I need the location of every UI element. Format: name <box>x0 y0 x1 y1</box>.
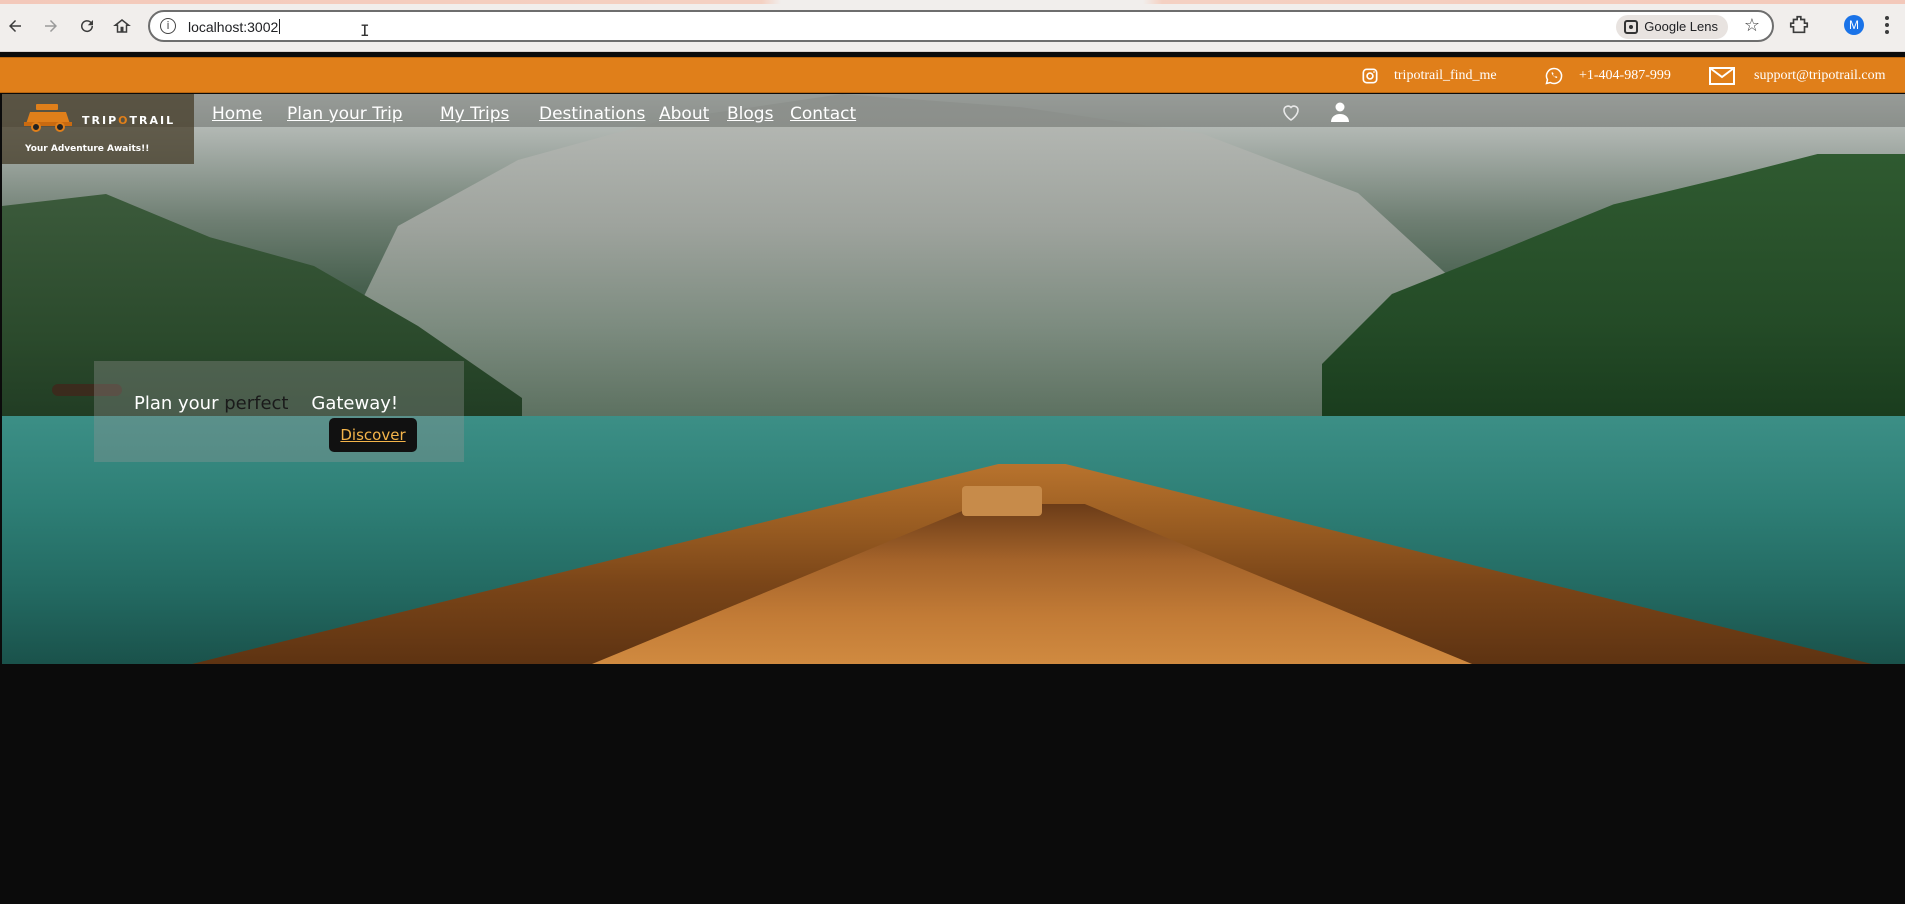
logo-letter-o: O <box>118 114 130 127</box>
logo-car-icon <box>24 104 72 132</box>
site-info-icon[interactable]: i <box>160 18 176 34</box>
nav-contact[interactable]: Contact <box>790 104 856 124</box>
discover-button[interactable]: Discover <box>329 418 417 452</box>
instagram-contact[interactable]: tripotrail_find_me <box>1360 58 1497 94</box>
bookmark-star-icon[interactable]: ☆ <box>1744 15 1760 36</box>
nav-my-trips[interactable]: My Trips <box>440 104 509 124</box>
logo-word-trail: TRAIL <box>129 114 176 127</box>
instagram-icon <box>1362 68 1378 84</box>
hero-headline: Plan your perfect Gateway! <box>134 393 398 414</box>
google-lens-button[interactable]: Google Lens <box>1616 15 1728 39</box>
address-bar[interactable]: i localhost:3002 Google Lens ☆ <box>148 10 1774 42</box>
text-caret <box>279 19 281 34</box>
lens-label: Google Lens <box>1644 19 1718 34</box>
forward-icon[interactable] <box>38 13 64 39</box>
extensions-icon[interactable] <box>1788 14 1812 38</box>
profile-avatar[interactable]: M <box>1844 15 1864 35</box>
url-text[interactable]: localhost:3002 <box>188 19 281 35</box>
whatsapp-contact[interactable]: +1-404-987-999 <box>1544 58 1671 94</box>
user-icon[interactable] <box>1328 100 1352 124</box>
nav-blogs[interactable]: Blogs <box>727 104 773 124</box>
phone-number: +1-404-987-999 <box>1579 68 1671 83</box>
instagram-handle: tripotrail_find_me <box>1394 68 1497 83</box>
headline-part-1: Plan your <box>134 393 225 414</box>
text-cursor-icon: I <box>360 21 370 40</box>
email-contact[interactable]: support@tripotrail.com <box>1708 58 1885 94</box>
logo-wordmark: TRIPOTRAIL <box>82 114 175 127</box>
mail-icon <box>1709 67 1735 85</box>
email-address: support@tripotrail.com <box>1754 68 1886 83</box>
browser-toolbar: i localhost:3002 Google Lens ☆ M I <box>0 0 1905 52</box>
page-viewport: tripotrail_find_me +1-404-987-999 suppor… <box>0 53 1905 904</box>
heart-icon[interactable] <box>1279 100 1303 124</box>
boat-bow-post <box>962 486 1042 516</box>
reload-icon[interactable] <box>74 13 100 39</box>
browser-menu-icon[interactable] <box>1884 14 1890 36</box>
hero-forest-right <box>1322 154 1905 434</box>
logo-tagline: Your Adventure Awaits!! <box>25 144 150 154</box>
nav-destinations[interactable]: Destinations <box>539 104 645 124</box>
nav-plan-trip[interactable]: Plan your Trip <box>287 104 403 124</box>
contact-bar: tripotrail_find_me +1-404-987-999 suppor… <box>0 57 1905 93</box>
headline-part-2: Gateway! <box>288 393 399 414</box>
nav-about[interactable]: About <box>659 104 709 124</box>
hero-banner: TRIPOTRAIL Your Adventure Awaits!! Home … <box>2 94 1905 664</box>
nav-home[interactable]: Home <box>212 104 262 124</box>
lens-icon <box>1624 20 1639 34</box>
hero-cta-panel: Plan your perfect Gateway! Discover <box>94 361 464 462</box>
headline-highlight: perfect <box>224 393 289 414</box>
logo-word-trip: TRIP <box>82 114 119 127</box>
whatsapp-icon <box>1545 67 1563 85</box>
back-icon[interactable] <box>2 13 28 39</box>
home-icon[interactable] <box>109 13 135 39</box>
url-value: localhost:3002 <box>188 19 279 35</box>
site-logo[interactable]: TRIPOTRAIL Your Adventure Awaits!! <box>2 94 194 164</box>
tab-strip-edge <box>0 0 1905 4</box>
